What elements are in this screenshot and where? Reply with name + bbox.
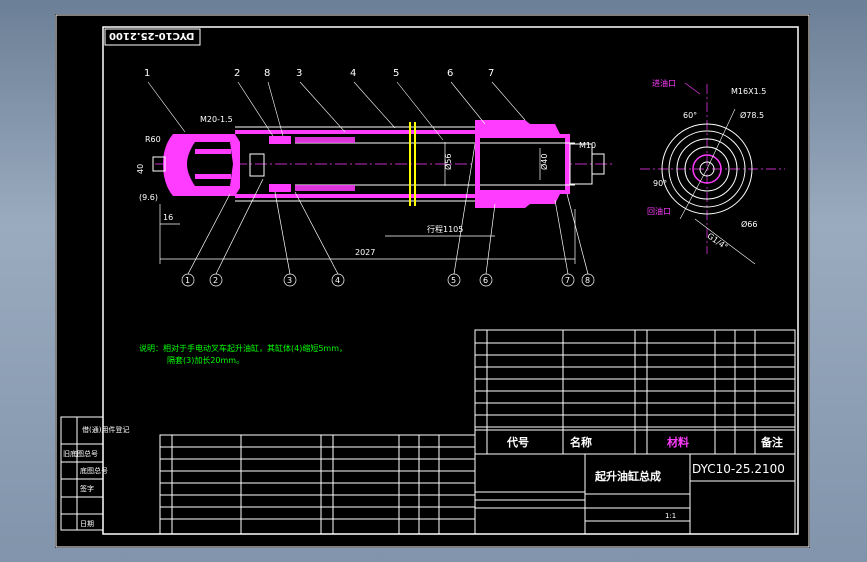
- note-line-2: 隔套(3)加长20mm。: [167, 355, 244, 365]
- hdr-material: 材料: [667, 435, 689, 449]
- balloon-7: 7: [565, 276, 570, 285]
- hdr-note: 备注: [760, 435, 783, 449]
- hdr-code: 代号: [506, 435, 529, 449]
- dim-16: 16: [163, 213, 173, 222]
- cad-drawing: DYC10-25.2100 借(通)用件登记 旧底图总号 底图总号 签字 日期: [55, 14, 810, 548]
- hdr-name: 名称: [570, 435, 592, 449]
- balloon-3: 3: [287, 276, 292, 285]
- parts-list-upper: 代号 名称 材料 备注: [474, 329, 796, 455]
- part-number-leaders: 1 2 8 3 4 5 6 7: [144, 68, 526, 141]
- dim-stroke: 行程1105: [427, 224, 463, 234]
- stamp-code: DYC10-25.2100: [109, 30, 194, 41]
- part-num-1: 1: [144, 68, 150, 79]
- part-num-7: 7: [488, 68, 494, 79]
- balloon-1: 1: [185, 276, 190, 285]
- side-label-3: 底图总号: [80, 466, 108, 475]
- thread-label: M16X1.5: [731, 87, 766, 96]
- drawing-sheet: DYC10-25.2100 借(通)用件登记 旧底图总号 底图总号 签字 日期: [55, 14, 810, 548]
- balloon-4: 4: [335, 276, 340, 285]
- title-name: 起升油缸总成: [594, 469, 661, 483]
- end-view: 进油口 M16X1.5 Ø78.5 60° 90° 回油口 Ø66 G1/4": [640, 78, 785, 265]
- d66-label: Ø66: [741, 219, 757, 229]
- dim-length: 2027: [355, 248, 375, 257]
- title-block: 起升油缸总成 DYC10-25.2100 1:1: [474, 453, 796, 535]
- part-num-3: 3: [296, 68, 302, 79]
- balloon-5: 5: [451, 276, 456, 285]
- stamp-box: DYC10-25.2100: [104, 28, 201, 46]
- inlet-label: 进油口: [652, 78, 676, 88]
- dim-d56: Ø56: [443, 154, 453, 170]
- note-line-1: 说明：相对于手电动叉车起升油缸，其缸体(4)缩短5mm，: [139, 343, 347, 353]
- dim-r60: R60: [145, 135, 161, 144]
- parts-list-lower: [159, 434, 476, 535]
- balloon-labels: 1 2 3 4 5 6 7 8: [185, 276, 590, 285]
- side-label-4: 签字: [80, 484, 94, 493]
- part-num-5: 5: [393, 68, 399, 79]
- dim-m10: M10: [579, 141, 596, 150]
- side-label-2: 旧底图总号: [63, 449, 98, 458]
- angle-90: 90°: [653, 179, 667, 188]
- balloon-8: 8: [585, 276, 590, 285]
- d78-label: Ø78.5: [740, 110, 764, 120]
- part-num-4: 4: [350, 68, 356, 79]
- title-code: DYC10-25.2100: [692, 462, 785, 476]
- balloon-6: 6: [483, 276, 488, 285]
- dim-9-6: (9.6): [139, 193, 158, 202]
- dim-m20: M20-1.5: [200, 115, 233, 124]
- dim-d40: Ø40: [539, 154, 549, 170]
- part-num-6: 6: [447, 68, 453, 79]
- title-scale: 1:1: [665, 512, 676, 520]
- part-num-8: 8: [264, 68, 270, 79]
- cylinder-section: 2027 行程1105 16 (9.6) 40 R60 M20-1.5 Ø56 …: [136, 68, 615, 287]
- side-label-5: 日期: [80, 520, 94, 528]
- balloon-2: 2: [213, 276, 218, 285]
- side-registration: 借(通)用件登记 旧底图总号 底图总号 签字 日期: [60, 416, 129, 531]
- part-num-2: 2: [234, 68, 240, 79]
- dim-40: 40: [136, 164, 145, 174]
- g14-label: G1/4": [705, 231, 729, 251]
- side-label-0: 借(通)用件登记: [82, 425, 129, 434]
- angle-60: 60°: [683, 111, 697, 120]
- outlet-label: 回油口: [647, 206, 671, 216]
